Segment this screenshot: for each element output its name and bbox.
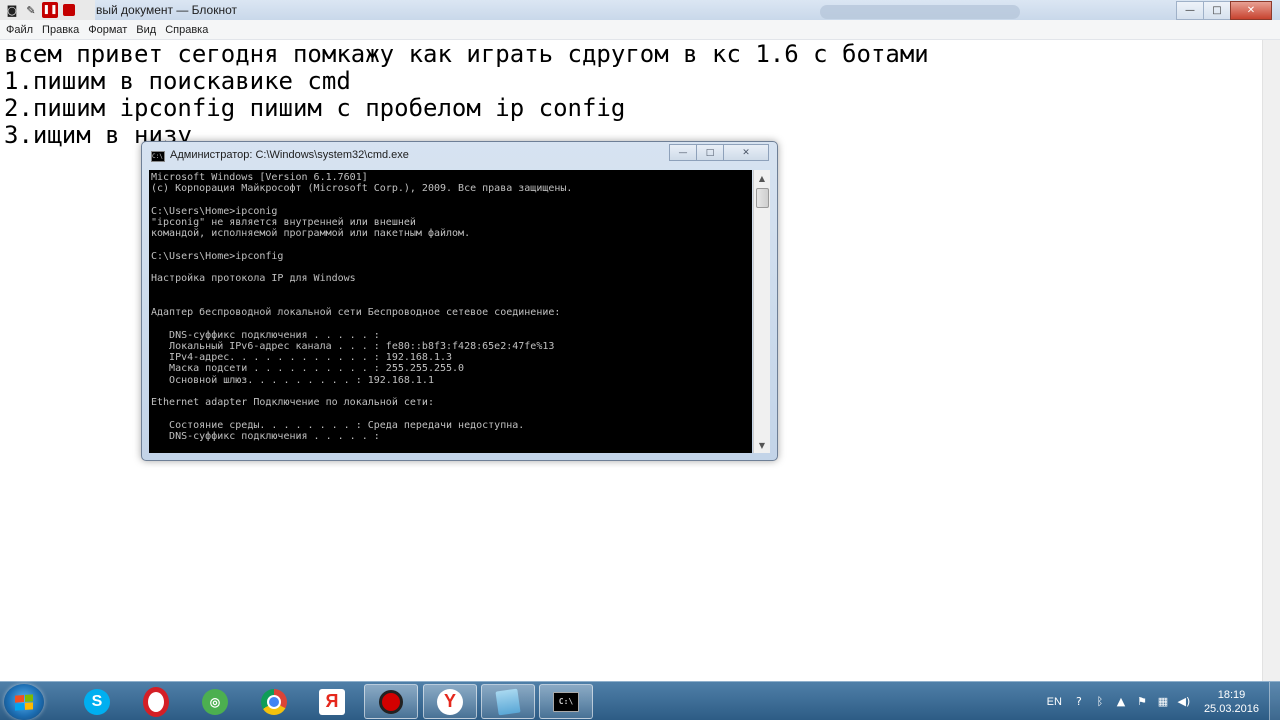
recorder-toolbar: ◙ ✎ ❚❚ — [0, 0, 95, 20]
close-button[interactable]: ✕ — [1230, 1, 1272, 20]
clock[interactable]: 18:19 25.03.2016 — [1204, 688, 1259, 716]
cmd-minimize-button[interactable]: — — [669, 144, 697, 161]
taskbar-chrome[interactable] — [247, 684, 301, 719]
show-desktop-button[interactable] — [1269, 682, 1280, 721]
console-line: Основной шлюз. . . . . . . . . : 192.168… — [151, 374, 434, 386]
console-line: DNS-суффикс подключения . . . . . : — [151, 329, 380, 341]
taskbar-cmd[interactable]: C:\ — [539, 684, 593, 719]
language-indicator[interactable]: EN — [1047, 696, 1062, 708]
console-line: DNS-суффикс подключения . . . . . : — [151, 430, 380, 442]
cmd-window-title: Администратор: C:\Windows\system32\cmd.e… — [170, 149, 409, 161]
console-line: C:\Users\Home>ipconfig — [151, 250, 284, 262]
yandex-icon: Я — [319, 688, 345, 715]
cmd-window[interactable]: C:\ Администратор: C:\Windows\system32\c… — [141, 141, 778, 461]
console-line: Локальный IPv6-адрес канала . . . : fe80… — [151, 340, 555, 352]
start-button[interactable] — [4, 684, 44, 720]
opera-icon — [143, 686, 169, 717]
console-line: IPv4-адрес. . . . . . . . . . . . : 192.… — [151, 352, 453, 363]
menu-file[interactable]: Файл — [6, 24, 33, 36]
camera-icon[interactable]: ◙ — [4, 2, 20, 18]
scroll-up-arrow-icon[interactable]: ▲ — [754, 170, 770, 186]
notepad-icon — [495, 688, 521, 715]
show-hidden-icons-icon[interactable]: ▲ — [1114, 695, 1128, 709]
network-icon[interactable]: ▦ — [1156, 695, 1170, 709]
taskbar-recorder[interactable] — [364, 684, 418, 719]
bluetooth-icon[interactable]: ᛒ — [1093, 695, 1107, 709]
console-line: Адаптер беспроводной локальной сети Бесп… — [151, 307, 561, 318]
cmd-title-bar[interactable]: C:\ Администратор: C:\Windows\system32\c… — [142, 142, 777, 168]
minimize-button[interactable]: — — [1176, 1, 1204, 20]
console-output: Microsoft Windows [Version 6.1.7601] (c) … — [149, 170, 752, 444]
record-icon — [379, 689, 403, 714]
maximize-button[interactable]: □ — [1203, 1, 1231, 20]
menu-edit[interactable]: Правка — [42, 24, 79, 36]
system-tray: EN ? ᛒ ▲ ⚑ ▦ ◀) 18:19 25.03.2016 — [1047, 682, 1280, 721]
maps-icon: ◎ — [202, 688, 228, 715]
chrome-icon — [261, 688, 287, 715]
pause-icon[interactable]: ❚❚ — [42, 2, 58, 18]
skype-icon: S — [84, 688, 110, 715]
console-line: Маска подсети . . . . . . . . . . : 255.… — [151, 363, 465, 375]
taskbar-yandex-browser[interactable]: Y — [423, 684, 477, 719]
title-bar-blur — [820, 5, 1020, 19]
notepad-window-title: вый документ — Блокнот — [96, 3, 238, 17]
console-line: Ethernet adapter Подключение по локально… — [151, 397, 434, 408]
console-line: C:\Users\Home>ipconig — [151, 205, 278, 217]
taskbar-maps[interactable]: ◎ — [188, 684, 242, 719]
clock-time: 18:19 — [1217, 688, 1246, 701]
console-line: Состояние среды. . . . . . . . : Среда п… — [151, 419, 525, 431]
taskbar-yandex[interactable]: Я — [305, 684, 359, 719]
notepad-scrollbar[interactable] — [1262, 40, 1280, 683]
console-line: (c) Корпорация Майкрософт (Microsoft Cor… — [151, 183, 573, 195]
taskbar-opera[interactable] — [129, 684, 183, 719]
text-line: всем привет сегодня помкажу как играть с… — [4, 41, 929, 68]
notepad-window-controls: — □ ✕ — [1176, 1, 1272, 20]
clock-date: 25.03.2016 — [1203, 702, 1259, 715]
notepad-title-bar[interactable]: вый документ — Блокнот ◙ ✎ ❚❚ — □ ✕ — [0, 0, 1280, 20]
taskbar-notepad[interactable] — [481, 684, 535, 719]
scroll-thumb[interactable] — [756, 188, 769, 208]
stop-icon[interactable] — [63, 4, 75, 16]
help-icon[interactable]: ? — [1072, 695, 1086, 709]
text-line: 2.пишим ipconfig пишим с пробелом ip con… — [4, 94, 626, 122]
menu-help[interactable]: Справка — [165, 24, 208, 36]
scroll-down-arrow-icon[interactable]: ▼ — [754, 437, 770, 453]
windows-logo-icon — [15, 694, 33, 711]
taskbar-skype[interactable]: S — [70, 684, 124, 719]
menu-view[interactable]: Вид — [136, 24, 156, 36]
cmd-scrollbar[interactable]: ▲ ▼ — [753, 170, 770, 453]
console-line: командой, исполняемой программой или пак… — [151, 228, 471, 240]
pen-icon[interactable]: ✎ — [23, 2, 39, 18]
cmd-console[interactable]: Microsoft Windows [Version 6.1.7601] (c) … — [149, 170, 752, 453]
cmd-window-icon: C:\ — [151, 151, 165, 162]
flag-icon[interactable]: ⚑ — [1135, 695, 1149, 709]
notepad-menu-bar: Файл Правка Формат Вид Справка — [0, 20, 1280, 40]
console-line: Настройка протокола IP для Windows — [151, 273, 356, 285]
taskbar: S ◎ Я Y C:\ EN ? ᛒ ▲ ⚑ ▦ ◀) 18:19 25.03.… — [0, 681, 1280, 721]
cmd-window-controls: — □ ✕ — [669, 144, 769, 161]
console-line: Microsoft Windows [Version 6.1.7601] — [151, 172, 368, 183]
yandex-browser-icon: Y — [437, 688, 463, 715]
volume-icon[interactable]: ◀) — [1177, 695, 1191, 709]
cmd-icon: C:\ — [553, 691, 579, 712]
cmd-maximize-button[interactable]: □ — [696, 144, 724, 161]
menu-format[interactable]: Формат — [88, 24, 127, 36]
cmd-close-button[interactable]: ✕ — [723, 144, 769, 161]
text-line: 1.пишим в поискавике cmd — [4, 67, 351, 95]
console-line: "ipconig" не является внутренней или вне… — [151, 217, 416, 228]
